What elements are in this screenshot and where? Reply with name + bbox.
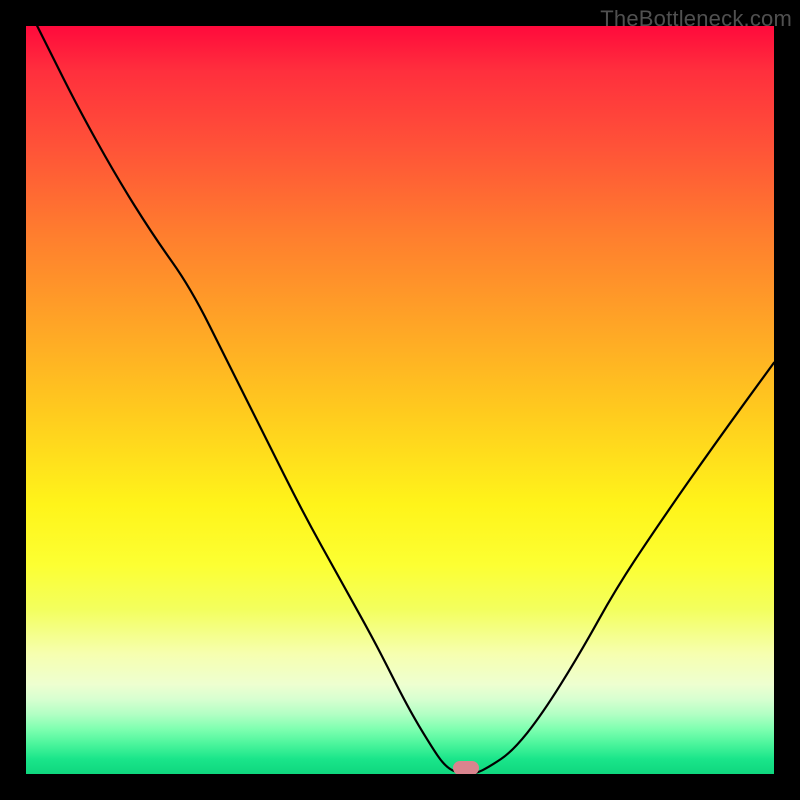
optimal-marker — [453, 761, 479, 774]
curve-path — [26, 26, 774, 774]
plot-area — [26, 26, 774, 774]
bottleneck-curve — [26, 26, 774, 774]
chart-container: TheBottleneck.com — [0, 0, 800, 800]
watermark-text: TheBottleneck.com — [600, 6, 792, 32]
